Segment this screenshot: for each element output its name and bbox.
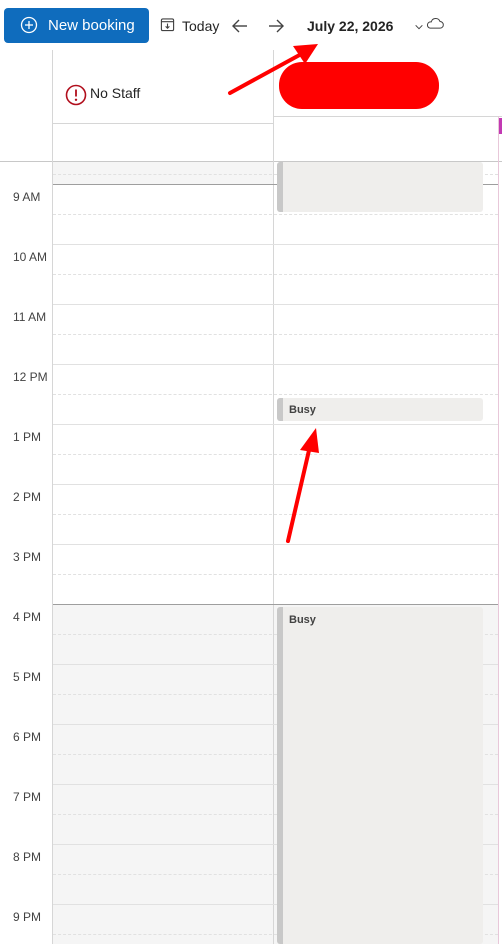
half-hour-line (53, 214, 498, 215)
hour-label: 7 PM (13, 790, 42, 804)
redaction-mark (279, 62, 439, 109)
event-color-bar (277, 398, 283, 421)
event-block[interactable] (277, 162, 483, 212)
hour-label: 4 PM (13, 610, 42, 624)
event-busy[interactable]: Busy (277, 398, 483, 421)
header-divider-left (53, 123, 273, 124)
hour-label: 12 PM (13, 370, 48, 384)
new-booking-button[interactable]: New booking (4, 8, 149, 43)
plus-circle-icon (20, 16, 38, 34)
no-staff-header: No Staff (53, 50, 273, 123)
hour-label: 1 PM (13, 430, 42, 444)
hour-line (53, 544, 498, 545)
calendar-today-icon (160, 18, 175, 32)
hour-label: 10 AM (13, 250, 48, 264)
hour-label: 5 PM (13, 670, 42, 684)
hour-label: 9 PM (13, 910, 42, 924)
toolbar: New booking Today July 22, 2026 (0, 0, 502, 50)
hour-line (53, 424, 498, 425)
hour-label: 2 PM (13, 490, 42, 504)
hour-label: 9 AM (13, 190, 41, 204)
arrow-left-icon[interactable] (230, 16, 250, 36)
header-divider-right (274, 116, 502, 117)
event-label: Busy (289, 404, 316, 416)
current-date[interactable]: July 22, 2026 (307, 18, 393, 34)
next-column-edge (498, 116, 499, 944)
hour-label: 11 AM (13, 310, 47, 324)
off-hours-top-left (53, 162, 273, 184)
hour-line (53, 244, 498, 245)
hour-line (53, 484, 498, 485)
event-label: Busy (289, 614, 316, 626)
hour-line (53, 364, 498, 365)
cloud-icon (426, 18, 444, 29)
today-label: Today (182, 18, 220, 34)
warning-icon (65, 84, 87, 106)
off-hours-bottom-left (53, 605, 273, 944)
hour-label: 6 PM (13, 730, 42, 744)
half-hour-line (53, 454, 498, 455)
arrow-right-icon[interactable] (266, 16, 286, 36)
half-hour-line (53, 514, 498, 515)
half-hour-line (53, 274, 498, 275)
event-color-bar (277, 162, 283, 212)
new-booking-label: New booking (48, 17, 135, 34)
hour-label: 3 PM (13, 550, 42, 564)
header-area: No Staff (0, 50, 502, 161)
chevron-down-icon[interactable] (414, 22, 424, 32)
event-color-bar (277, 607, 283, 944)
half-hour-line (53, 394, 498, 395)
hour-label: 8 PM (13, 850, 42, 864)
event-busy-long[interactable]: Busy (277, 607, 483, 944)
no-staff-label: No Staff (90, 85, 141, 101)
hour-line (53, 304, 498, 305)
today-button[interactable]: Today (158, 14, 222, 38)
half-hour-line (53, 574, 498, 575)
half-hour-line (53, 334, 498, 335)
business-hours-end-line (53, 604, 498, 605)
